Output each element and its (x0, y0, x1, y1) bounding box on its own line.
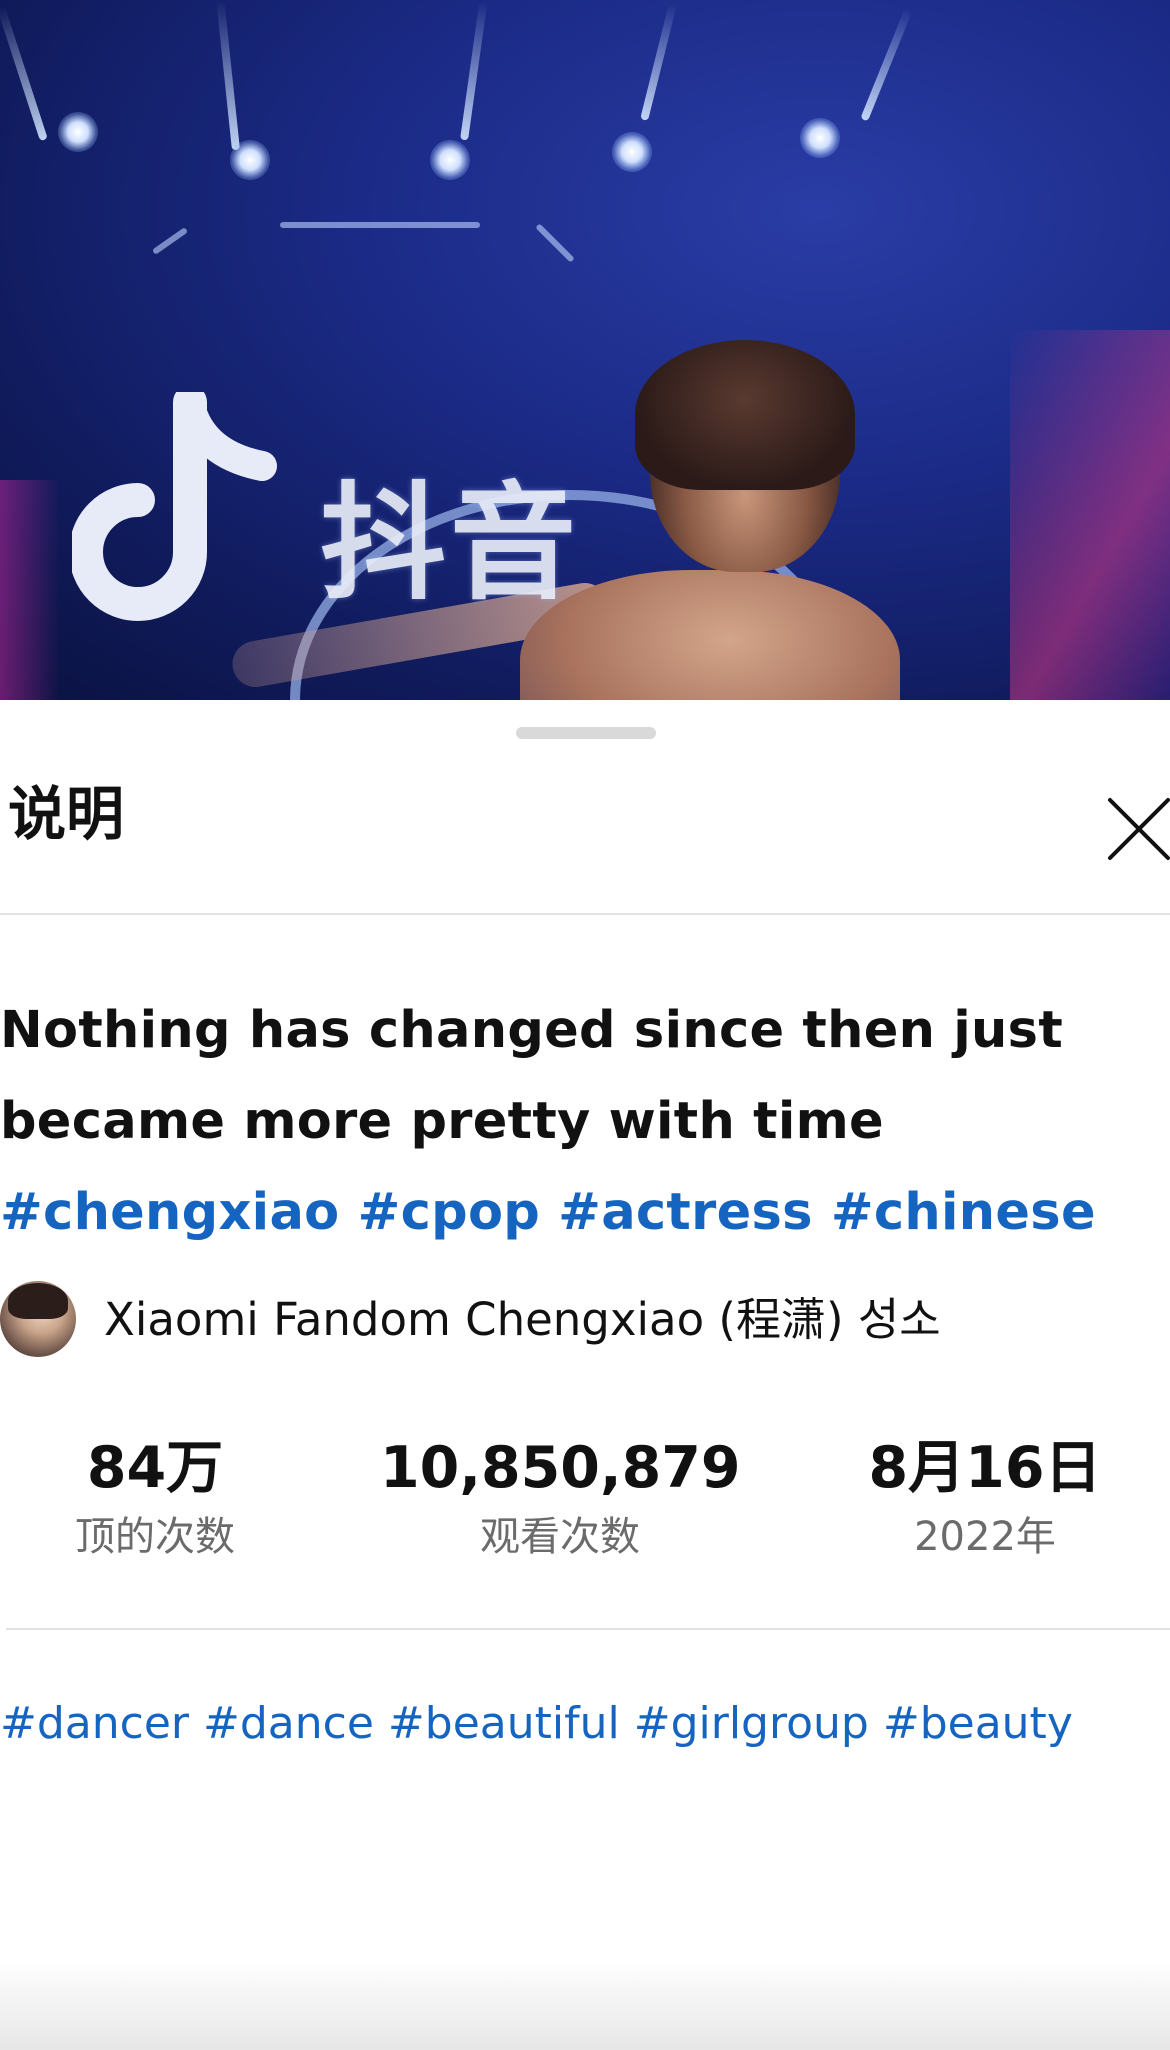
sheet-title: 说明 (8, 780, 125, 848)
stats-row: 84万 顶的次数 10,850,879 观看次数 8月16日 2022年 (0, 1440, 1170, 1580)
hashtag-link[interactable]: #beautiful (388, 1698, 620, 1749)
hashtag-list: #dancer #dance #beautiful #girlgroup #be… (0, 1698, 1073, 1751)
date-stat: 8月16日 2022年 (850, 1435, 1120, 1560)
likes-label: 顶的次数 (75, 1514, 235, 1560)
stage-truss (280, 222, 480, 228)
hashtag-link[interactable]: #dance (203, 1698, 374, 1749)
hashtag-link[interactable]: #girlgroup (634, 1698, 869, 1749)
stage-bulb (230, 140, 270, 180)
hashtag-link[interactable]: #chengxiao (0, 1183, 340, 1242)
video-player[interactable]: 抖音 (0, 0, 1170, 700)
avatar-hair (8, 1283, 68, 1319)
channel-row[interactable]: Xiaomi Fandom Chengxiao (程潇) 성소 (0, 1275, 941, 1363)
caption-text: Nothing has changed since then just beca… (0, 1001, 1063, 1151)
stats-divider (6, 1628, 1170, 1630)
tiktok-logo-icon (72, 392, 277, 621)
likes-stat: 84万 顶的次数 (40, 1435, 270, 1560)
douyin-watermark: 抖音 (320, 470, 580, 617)
hashtag-link[interactable]: #cpop (358, 1183, 541, 1242)
stage-glow (0, 480, 60, 700)
header-divider (0, 913, 1170, 915)
dancer-hair (635, 340, 855, 490)
bottom-fade (0, 1960, 1170, 2050)
hashtag-link[interactable]: #actress (558, 1183, 813, 1242)
close-button[interactable] (1100, 792, 1170, 864)
stage-glow (1010, 330, 1170, 700)
stage-light (860, 7, 913, 122)
stage-bulb (58, 112, 98, 152)
publish-year: 2022年 (914, 1514, 1056, 1560)
stage-bulb (612, 132, 652, 172)
stage-truss (151, 227, 189, 255)
stage-light (216, 0, 240, 151)
views-stat: 10,850,879 观看次数 (380, 1435, 741, 1560)
video-caption: Nothing has changed since then just beca… (0, 985, 1165, 1258)
avatar[interactable] (0, 1281, 76, 1357)
drag-handle[interactable] (516, 727, 656, 739)
stage-bulb (430, 140, 470, 180)
hashtag-link[interactable]: #chinese (831, 1183, 1096, 1242)
stage-truss (535, 223, 575, 263)
stage-light (0, 5, 48, 142)
close-icon[interactable] (1100, 792, 1170, 864)
hashtag-link[interactable]: #beauty (883, 1698, 1073, 1749)
likes-count: 84万 (86, 1435, 224, 1501)
views-label: 观看次数 (480, 1514, 640, 1560)
channel-name[interactable]: Xiaomi Fandom Chengxiao (程潇) 성소 (104, 1297, 941, 1342)
hashtag-link[interactable]: #dancer (0, 1698, 189, 1749)
description-sheet: 说明 Nothing has changed since then just b… (0, 700, 1170, 2050)
stage-light (460, 0, 488, 141)
stage-bulb (800, 118, 840, 158)
stage-light (640, 2, 677, 121)
views-count: 10,850,879 (380, 1435, 741, 1501)
publish-date: 8月16日 (868, 1435, 1102, 1501)
